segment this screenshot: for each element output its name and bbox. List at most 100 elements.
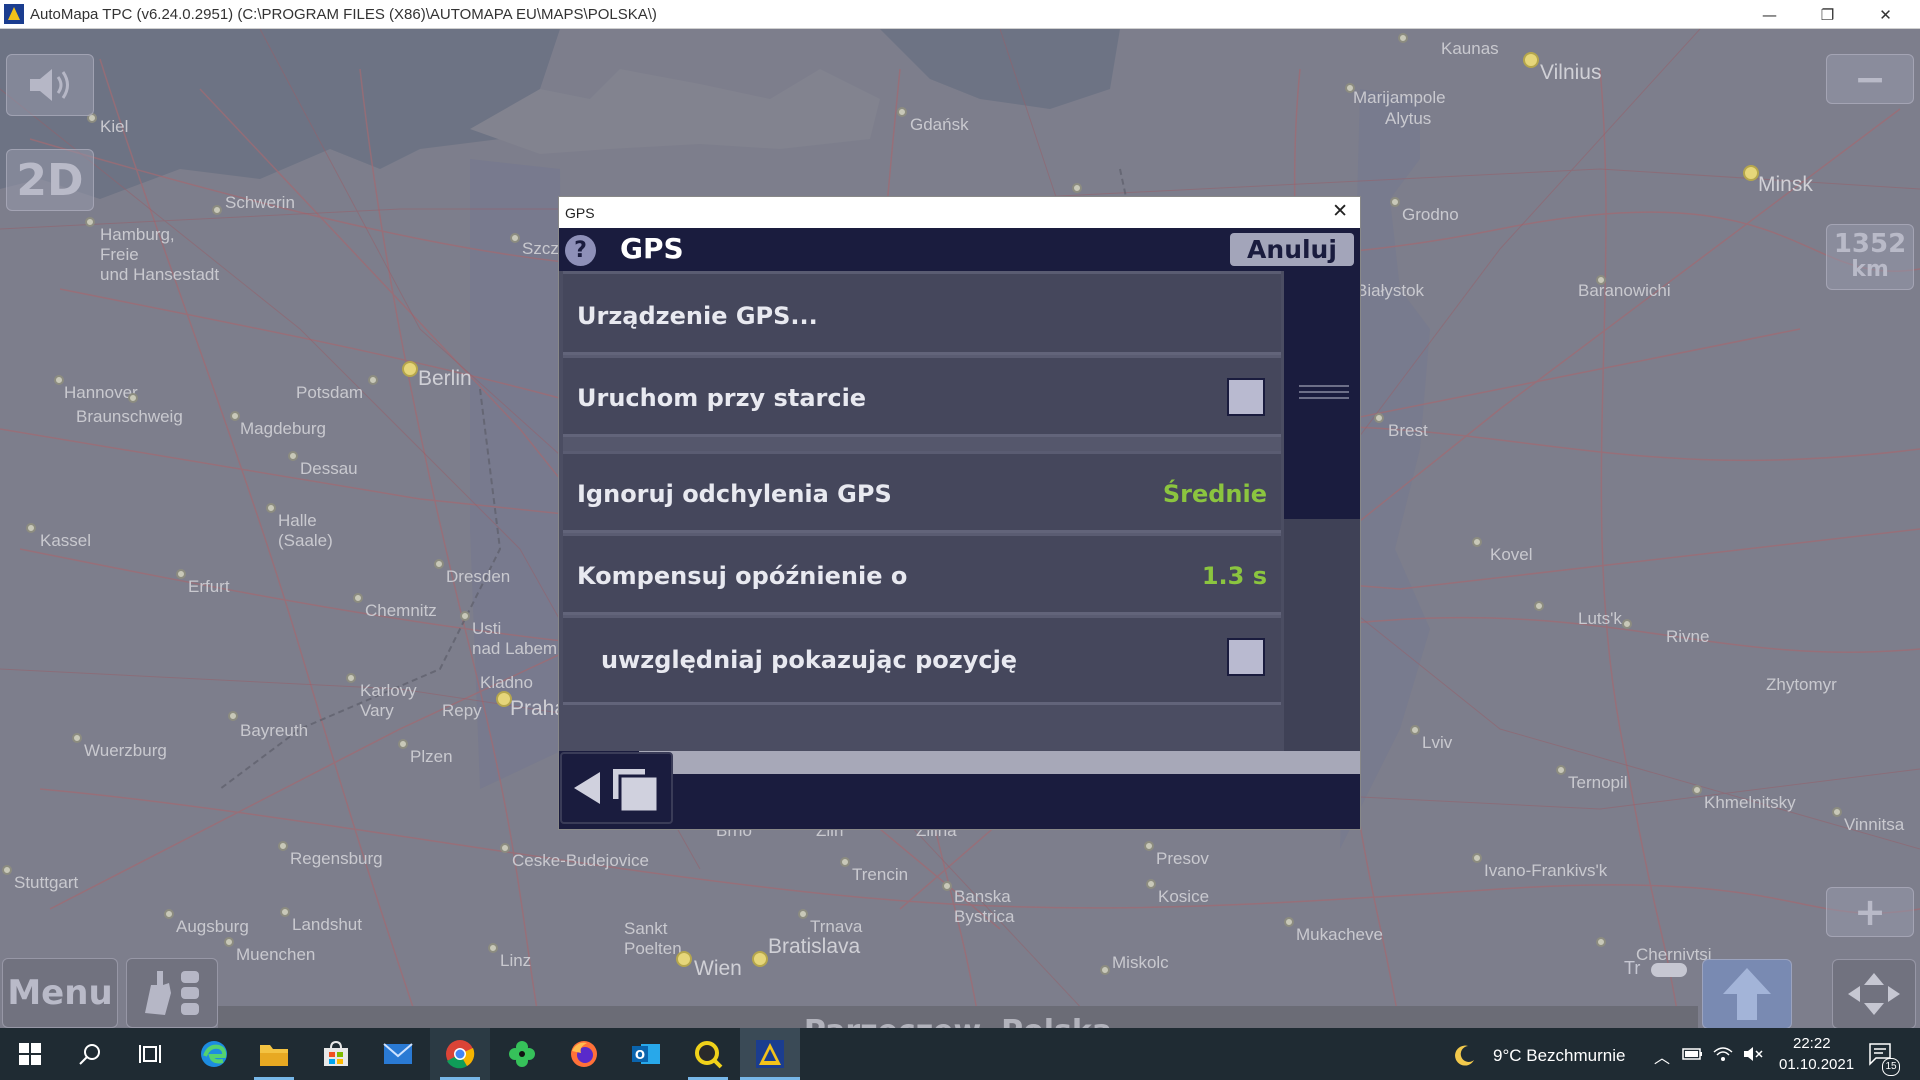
taskbar-gps-app[interactable] <box>678 1028 738 1080</box>
city-marker <box>1472 853 1482 863</box>
gesture-list-button[interactable] <box>126 958 218 1028</box>
moon-icon <box>1455 1045 1474 1066</box>
automapa-icon <box>756 1040 784 1068</box>
minimize-button[interactable]: — <box>1741 0 1798 29</box>
volume-muted-icon[interactable] <box>1742 1044 1764 1064</box>
city-marker <box>1692 785 1702 795</box>
clock-date[interactable]: 01.10.2021 <box>1779 1056 1854 1073</box>
volume-button[interactable] <box>6 54 94 116</box>
start-button[interactable] <box>0 1028 60 1080</box>
scrollbar-thumb[interactable] <box>1284 271 1360 519</box>
setting-row-include-position[interactable]: uwzględniaj pokazując pozycję <box>563 615 1281 705</box>
dialog-close-icon[interactable]: ✕ <box>1332 200 1348 222</box>
map-label: Rivne <box>1666 627 1710 646</box>
setting-row-start-on-launch[interactable]: Uruchom przy starcie <box>563 355 1281 437</box>
map-label: Karlovy <box>360 681 417 700</box>
city-marker <box>1144 841 1154 851</box>
city-marker <box>368 375 378 385</box>
map-label: Vinnitsa <box>1844 815 1905 834</box>
setting-row-ignore-deviation[interactable]: Ignoruj odchylenia GPS Średnie <box>563 451 1281 533</box>
map-label: Ivano-Frankivs'k <box>1484 861 1608 880</box>
current-location-bar: Parzęczew, Polska <box>218 1006 1698 1028</box>
map-label: Erfurt <box>188 577 230 596</box>
include-position-checkbox[interactable] <box>1227 638 1265 676</box>
map-label: Potsdam <box>296 383 364 402</box>
traffic-switch[interactable] <box>1651 962 1688 977</box>
close-window-button[interactable]: ✕ <box>1857 0 1914 29</box>
map-pan-button[interactable] <box>1832 959 1916 1028</box>
map-label: Wuerzburg <box>84 741 167 760</box>
taskbar-outlook[interactable]: O <box>616 1028 676 1080</box>
north-up-button[interactable] <box>1702 959 1792 1028</box>
scrollbar-grip <box>1299 391 1349 393</box>
back-button[interactable] <box>560 752 673 824</box>
taskbar-mail[interactable] <box>368 1028 428 1080</box>
map-label: Kiel <box>100 117 129 136</box>
distance-unit: km <box>1851 257 1889 282</box>
taskbar-automapa[interactable] <box>740 1028 800 1080</box>
city-marker <box>1556 765 1566 775</box>
city-marker <box>280 907 290 917</box>
setting-row-gps-device[interactable]: Urządzenie GPS... <box>563 271 1281 355</box>
setting-value: 1.3 s <box>1201 562 1267 590</box>
folder-icon <box>260 1045 288 1066</box>
taskbar-edge[interactable] <box>184 1028 244 1080</box>
map-label: Vilnius <box>1540 61 1602 84</box>
cancel-button[interactable]: Anuluj <box>1230 233 1354 266</box>
zoom-in-button[interactable]: + <box>1826 887 1914 937</box>
city-marker <box>164 909 174 919</box>
weather-widget[interactable]: 9°C Bezchmurnie <box>1493 1046 1625 1066</box>
distance-value: 1352 <box>1833 229 1907 259</box>
map-label: Usti <box>472 619 502 638</box>
map-label: Grodno <box>1402 205 1459 224</box>
map-label: Hannover <box>64 383 138 402</box>
clock-time[interactable]: 22:22 <box>1793 1035 1831 1052</box>
taskbar-chrome[interactable] <box>430 1028 490 1080</box>
svg-text:O: O <box>635 1048 645 1062</box>
map-label: Zhytomyr <box>1766 675 1837 694</box>
taskbar-file-explorer[interactable] <box>244 1028 304 1080</box>
city-marker <box>942 881 952 891</box>
task-view-button[interactable] <box>120 1028 180 1080</box>
city-marker <box>897 107 907 117</box>
network-icon[interactable] <box>1712 1044 1734 1064</box>
map-label: Trencin <box>852 865 909 884</box>
traffic-toggle[interactable]: Tr <box>1624 959 1688 978</box>
taskbar-firefox[interactable] <box>554 1028 614 1080</box>
map-label: Kosice <box>1158 887 1210 906</box>
city-marker <box>228 711 238 721</box>
map-label: Brest <box>1388 421 1428 440</box>
dialog-window-title: GPS <box>565 204 595 221</box>
map-label: und Hansestadt <box>100 265 220 284</box>
map-label: Stuttgart <box>14 873 79 892</box>
help-button[interactable]: ? <box>565 235 596 266</box>
zoom-out-button[interactable]: − <box>1826 54 1914 104</box>
map-label: Kladno <box>480 673 533 692</box>
map-label: Braunschweig <box>76 407 183 426</box>
map-label: Miskolc <box>1112 953 1169 972</box>
city-marker <box>230 411 240 421</box>
city-marker <box>1832 807 1842 817</box>
map-label: Minsk <box>1758 173 1813 196</box>
gps-dialog: GPS ✕ ? GPS Anuluj Urządzenie GPS... Uru… <box>559 197 1360 829</box>
chrome-icon <box>446 1040 475 1069</box>
back-windows-icon <box>574 767 660 814</box>
taskbar-clover-app[interactable] <box>492 1028 552 1080</box>
setting-value: Średnie <box>1162 480 1267 508</box>
search-button[interactable] <box>60 1028 120 1080</box>
city-marker <box>840 857 850 867</box>
menu-button[interactable]: Menu <box>2 958 118 1028</box>
taskbar-store[interactable] <box>306 1028 366 1080</box>
show-hidden-icons-chevron[interactable]: ︿ <box>1654 1044 1670 1068</box>
settings-list-area: Urządzenie GPS... Uruchom przy starcie I… <box>559 271 1360 751</box>
start-on-launch-checkbox[interactable] <box>1227 378 1265 416</box>
city-marker <box>1345 83 1355 93</box>
map-label: Kovel <box>1490 545 1533 564</box>
battery-icon[interactable] <box>1682 1046 1704 1062</box>
pan-arrows-icon <box>1848 973 1900 1015</box>
setting-row-delay-compensation[interactable]: Kompensuj opóźnienie o 1.3 s <box>563 533 1281 615</box>
restore-button[interactable]: ❐ <box>1799 0 1856 29</box>
city-marker <box>1284 917 1294 927</box>
map-label: Wien <box>694 957 742 980</box>
view-mode-button[interactable]: 2D <box>6 149 94 211</box>
